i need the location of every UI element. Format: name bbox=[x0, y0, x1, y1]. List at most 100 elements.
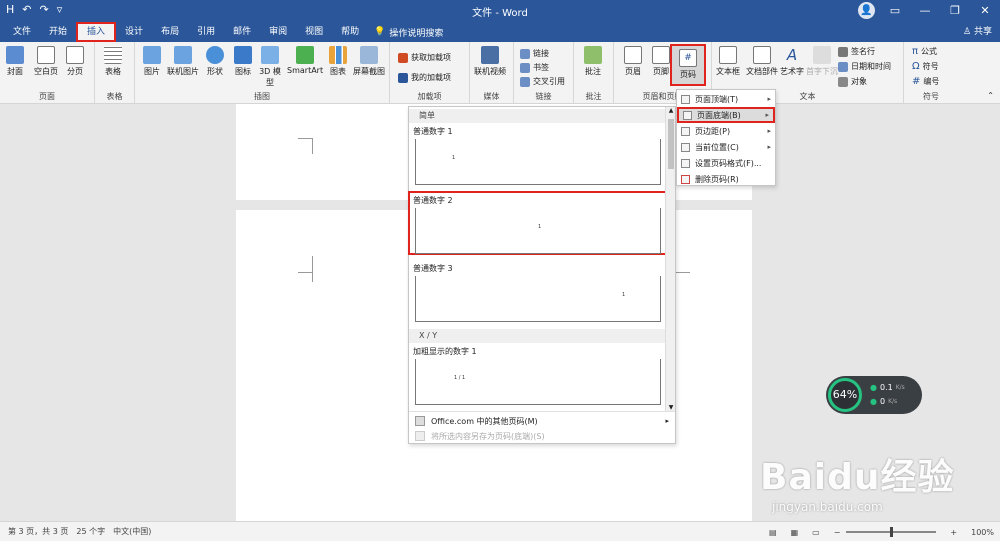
share-label: 共享 bbox=[973, 27, 992, 37]
screenshot-button[interactable]: 屏幕截图 bbox=[353, 46, 385, 77]
store-icon bbox=[398, 52, 408, 63]
zoom-level[interactable]: 100% bbox=[971, 528, 994, 537]
page-number-button[interactable]: # 页码 bbox=[670, 44, 706, 86]
tab-review[interactable]: 审阅 bbox=[260, 22, 296, 42]
page-number-menu: 页面顶端(T) ▸ 页面底端(B) ▸ 页边距(P) ▸ 当前位置(C) ▸ 设置页码格… bbox=[676, 89, 776, 186]
symbol-button[interactable]: Ω 符号 bbox=[912, 61, 939, 72]
screenshot-icon bbox=[360, 46, 378, 64]
menu-item-bottom-of-page[interactable]: 页面底端(B) ▸ bbox=[677, 107, 775, 123]
download-value: 0 bbox=[879, 397, 886, 406]
share-button[interactable]: ♙ 共享 bbox=[963, 22, 992, 42]
date-time-button[interactable]: 日期和时间 bbox=[838, 61, 891, 72]
upload-arrow-icon: ● bbox=[870, 383, 877, 392]
cover-page-button[interactable]: 封面 bbox=[6, 46, 24, 77]
footer-label: 页脚 bbox=[653, 67, 669, 76]
menu-item-current-position[interactable]: 当前位置(C) ▸ bbox=[677, 139, 775, 155]
read-mode-icon[interactable]: ▤ bbox=[769, 528, 777, 537]
get-addins-button[interactable]: 获取加载项 bbox=[398, 52, 451, 63]
format-icon bbox=[681, 158, 690, 168]
tab-home[interactable]: 开始 bbox=[40, 22, 76, 42]
tab-layout[interactable]: 布局 bbox=[152, 22, 188, 42]
restore-icon[interactable]: ❐ bbox=[940, 0, 970, 22]
bold-number-1-preview[interactable]: 1 / 1 bbox=[415, 359, 661, 405]
tab-insert[interactable]: 插入 bbox=[76, 22, 117, 42]
drop-cap-icon bbox=[813, 46, 831, 64]
tab-mailings[interactable]: 邮件 bbox=[224, 22, 260, 42]
quick-parts-button[interactable]: 文档部件 bbox=[746, 46, 778, 77]
footer-button[interactable]: 页脚 bbox=[652, 46, 670, 77]
comment-button[interactable]: 批注 bbox=[584, 46, 602, 77]
top-of-page-icon bbox=[681, 94, 690, 104]
page-break-button[interactable]: 分页 bbox=[66, 46, 84, 77]
zoom-slider[interactable] bbox=[846, 527, 937, 537]
blank-page-button[interactable]: 空白页 bbox=[34, 46, 58, 77]
3d-models-button[interactable]: 3D 模型 bbox=[259, 46, 281, 88]
zoom-in-icon[interactable]: + bbox=[950, 528, 957, 537]
menu-item-page-margins[interactable]: 页边距(P) ▸ bbox=[677, 123, 775, 139]
scroll-down-icon[interactable]: ▼ bbox=[666, 404, 676, 411]
cross-reference-icon bbox=[520, 76, 530, 87]
smartart-button[interactable]: SmartArt bbox=[287, 46, 323, 75]
plain-number-3-preview[interactable]: 1 bbox=[415, 276, 661, 322]
drop-cap-button[interactable]: 首字下沉 bbox=[806, 46, 838, 77]
shapes-button[interactable]: 形状 bbox=[206, 46, 224, 77]
wordart-icon: A bbox=[786, 46, 798, 64]
bookmark-button[interactable]: 书签 bbox=[520, 62, 549, 73]
minimize-icon[interactable]: — bbox=[910, 0, 940, 22]
table-icon bbox=[104, 46, 122, 64]
more-page-numbers-item[interactable]: Office.com 中的其他页码(M) ▸ bbox=[409, 413, 675, 429]
collapse-ribbon-icon[interactable]: ⌃ bbox=[987, 91, 994, 100]
table-label: 表格 bbox=[105, 67, 121, 76]
table-button[interactable]: 表格 bbox=[104, 46, 122, 77]
tab-references[interactable]: 引用 bbox=[188, 22, 224, 42]
link-button[interactable]: 链接 bbox=[520, 48, 549, 59]
online-pictures-button[interactable]: 联机图片 bbox=[167, 46, 199, 77]
tab-help[interactable]: 帮助 bbox=[332, 22, 368, 42]
chart-button[interactable]: 图表 bbox=[329, 46, 347, 77]
icons-button[interactable]: 图标 bbox=[234, 46, 252, 77]
cross-reference-button[interactable]: 交叉引用 bbox=[520, 76, 565, 87]
online-video-button[interactable]: 联机视频 bbox=[474, 46, 506, 77]
textbox-button[interactable]: 文本框 bbox=[716, 46, 740, 77]
scroll-thumb[interactable] bbox=[668, 119, 674, 169]
equation-button[interactable]: π 公式 bbox=[912, 46, 937, 57]
save-selection-item[interactable]: 将所选内容另存为页码(底端)(S) bbox=[409, 428, 675, 444]
person-icon: ♙ bbox=[963, 27, 972, 37]
object-button[interactable]: 对象 bbox=[838, 76, 867, 87]
plain-number-2-preview[interactable]: 1 bbox=[415, 208, 661, 254]
pictures-button[interactable]: 图片 bbox=[143, 46, 161, 77]
textbox-icon bbox=[719, 46, 737, 64]
network-speed-widget[interactable]: 64% ● 0.1 K/s ● 0 K/s bbox=[826, 376, 922, 414]
header-button[interactable]: 页眉 bbox=[624, 46, 642, 77]
zoom-out-icon[interactable]: − bbox=[834, 528, 841, 537]
scroll-up-icon[interactable]: ▲ bbox=[666, 107, 676, 114]
menu-item-remove-page-numbers[interactable]: 删除页码(R) bbox=[677, 171, 775, 187]
preview-number: 1 bbox=[538, 224, 542, 230]
page-count[interactable]: 第 3 页，共 3 页 bbox=[8, 526, 68, 537]
group-pages-label: 页面 bbox=[39, 92, 55, 101]
signature-line-button[interactable]: 签名行 bbox=[838, 46, 875, 57]
ribbon-display-icon[interactable]: ▭ bbox=[880, 0, 910, 22]
margin-corner-mark bbox=[676, 272, 690, 273]
wordart-button[interactable]: A 艺术字 bbox=[780, 46, 804, 77]
menu-item-format-page-numbers[interactable]: 设置页码格式(F)... bbox=[677, 155, 775, 171]
tab-design[interactable]: 设计 bbox=[116, 22, 152, 42]
plain-number-1-preview[interactable]: 1 bbox=[415, 139, 661, 185]
gallery-scrollbar[interactable]: ▲ ▼ bbox=[665, 107, 675, 411]
zoom-knob[interactable] bbox=[890, 527, 894, 537]
tab-file[interactable]: 文件 bbox=[4, 22, 40, 42]
print-layout-icon[interactable]: ▦ bbox=[791, 528, 799, 537]
tell-me-search[interactable]: 💡 操作说明搜索 bbox=[374, 26, 443, 39]
close-icon[interactable]: ✕ bbox=[970, 0, 1000, 22]
online-video-label: 联机视频 bbox=[474, 67, 506, 76]
menu-item-top-of-page[interactable]: 页面顶端(T) ▸ bbox=[677, 91, 775, 107]
bookmark-icon bbox=[520, 62, 530, 73]
avatar[interactable]: 👤 bbox=[858, 2, 875, 19]
menu-item-label: 当前位置(C) bbox=[695, 142, 739, 152]
web-layout-icon[interactable]: ▭ bbox=[812, 528, 820, 537]
word-count[interactable]: 25 个字 bbox=[76, 526, 105, 537]
my-addins-button[interactable]: 我的加载项 bbox=[398, 72, 451, 83]
language[interactable]: 中文(中国) bbox=[113, 526, 151, 537]
tab-view[interactable]: 视图 bbox=[296, 22, 332, 42]
number-button[interactable]: # 编号 bbox=[912, 76, 939, 87]
